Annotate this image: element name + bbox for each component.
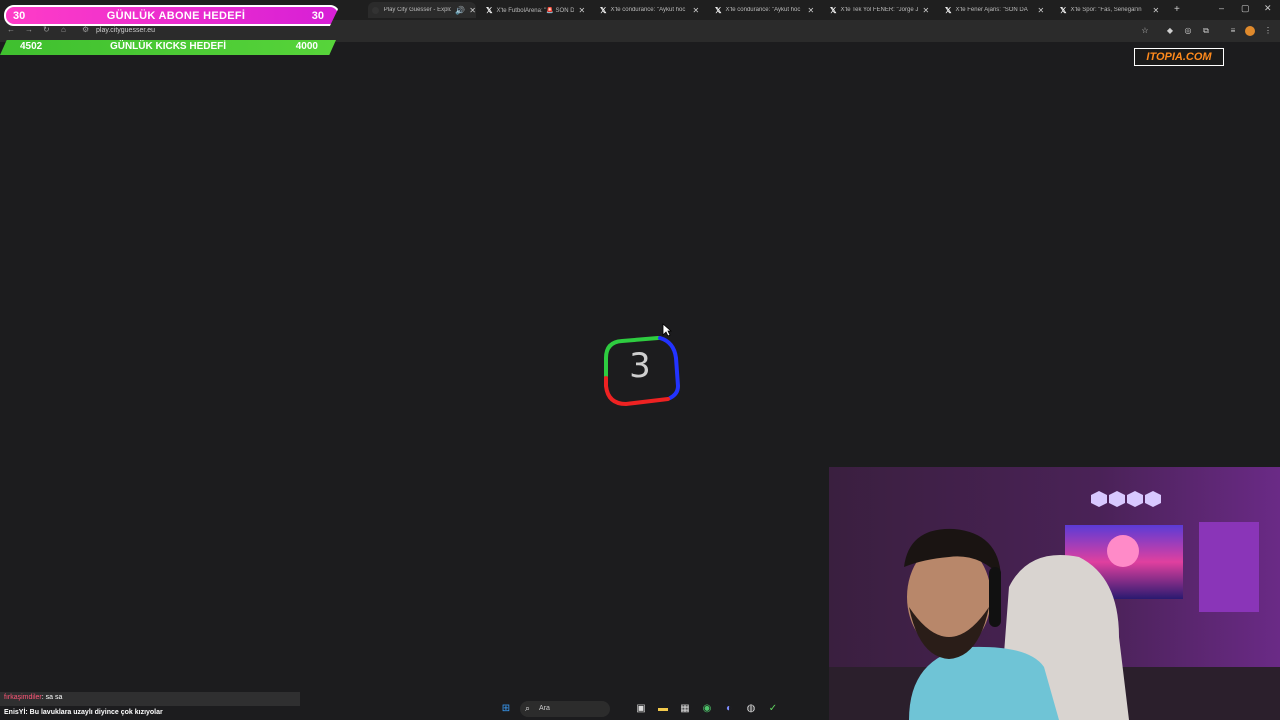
profile-avatar-icon[interactable] — [1245, 26, 1255, 36]
back-icon[interactable]: ← — [7, 25, 15, 34]
tab-title: X'te Tek Yol FENER: "Jorge Je — [840, 7, 919, 13]
close-icon[interactable]: ✕ — [922, 6, 929, 15]
tab-x-2[interactable]: 𝕏 X'te condurance: "Aykut hoc ✕ — [596, 2, 699, 18]
close-icon[interactable]: ✕ — [578, 6, 585, 15]
x-logo-icon: 𝕏 — [830, 5, 837, 15]
webcam-feed — [829, 467, 1280, 720]
site-info-icon[interactable]: ⚙ — [82, 25, 89, 34]
tab-title: X'te condurance: "Aykut hoc — [725, 7, 801, 13]
app-icon[interactable]: ✓ — [766, 702, 780, 716]
x-logo-icon: 𝕏 — [945, 5, 952, 15]
close-icon[interactable]: ✕ — [1152, 6, 1159, 15]
webcam-scene-image — [829, 467, 1280, 720]
sponsor-logo-text: ITOPIA.COM — [1146, 51, 1212, 63]
kicks-goal-target: 4000 — [295, 41, 318, 52]
reload-icon[interactable]: ↻ — [43, 25, 50, 34]
task-view-icon[interactable]: ▣ — [634, 702, 648, 716]
file-explorer-icon[interactable]: ▬ — [656, 702, 670, 716]
menu-kebab-icon[interactable]: ⋮ — [1263, 26, 1273, 36]
close-icon[interactable]: ✕ — [807, 6, 814, 15]
tab-title: X'te Spor: "Fas, Senegal'in — [1070, 7, 1142, 13]
x-logo-icon: 𝕏 — [715, 5, 722, 15]
tab-title: X'te Fener Ajans: "SON DA — [955, 7, 1028, 13]
countdown-digit: 3 — [629, 346, 651, 386]
maximize-icon[interactable]: ▢ — [1241, 3, 1250, 14]
subscriber-goal-target: 30 — [311, 10, 324, 22]
close-icon[interactable]: ✕ — [469, 6, 476, 15]
discord-icon[interactable]: ◐ — [722, 702, 736, 716]
x-logo-icon: 𝕏 — [486, 5, 493, 15]
url-field[interactable]: play.cityguesser.eu — [96, 27, 155, 34]
tab-x-5[interactable]: 𝕏 X'te Fener Ajans: "SON DA ✕ — [941, 2, 1044, 18]
windows-start-icon[interactable]: ⊞ — [499, 702, 513, 716]
subscriber-goal-title: GÜNLÜK ABONE HEDEFİ — [106, 10, 246, 22]
obs-icon[interactable]: ◍ — [744, 702, 758, 716]
tab-x-1[interactable]: 𝕏 X'te FutbolArena: "🚨 SON D ✕ — [482, 2, 585, 18]
tab-x-6[interactable]: 𝕏 X'te Spor: "Fas, Senegal'in ✕ — [1056, 2, 1159, 18]
speaker-icon[interactable]: 🔊 — [455, 6, 465, 15]
extension-icon[interactable]: ◆ — [1165, 26, 1175, 36]
close-icon[interactable]: ✕ — [692, 6, 699, 15]
search-icon: ⌕ — [525, 703, 531, 713]
new-tab-icon[interactable]: + — [1174, 4, 1180, 15]
extension-icon[interactable]: ◎ — [1183, 26, 1193, 36]
tab-x-3[interactable]: 𝕏 X'te condurance: "Aykut hoc ✕ — [711, 2, 814, 18]
forward-icon[interactable]: → — [25, 25, 33, 34]
tab-title: X'te FutbolArena: "🚨 SON D — [496, 7, 575, 14]
countdown-badge: 3 — [600, 336, 681, 407]
globe-icon — [372, 6, 379, 14]
subscriber-goal-overlay: 30 GÜNLÜK ABONE HEDEFİ 30 — [4, 5, 340, 26]
windows-taskbar: ⊞ ⌕ Ara ▣ ▬ ▦ ◉ ◐ ◍ ✓ — [0, 698, 829, 720]
kicks-goal-title: GÜNLÜK KICKS HEDEFİ — [109, 41, 227, 52]
x-logo-icon: 𝕏 — [1060, 5, 1067, 15]
tab-title: Play City Guesser - Explo — [383, 7, 452, 13]
home-icon[interactable]: ⌂ — [61, 25, 66, 34]
reading-list-icon[interactable]: ≡ — [1228, 26, 1238, 36]
mouse-cursor-icon — [662, 323, 672, 337]
tab-x-4[interactable]: 𝕏 X'te Tek Yol FENER: "Jorge Je ✕ — [826, 2, 929, 18]
close-icon[interactable]: ✕ — [1037, 6, 1044, 15]
store-icon[interactable]: ▦ — [678, 702, 692, 716]
window-close-icon[interactable]: ✕ — [1264, 3, 1272, 14]
sponsor-logo: ITOPIA.COM — [1134, 48, 1224, 66]
taskbar-search[interactable]: ⌕ Ara — [520, 701, 610, 717]
chrome-icon[interactable]: ◉ — [700, 702, 714, 716]
tab-title: X'te condurance: "Aykut hoc — [610, 7, 686, 13]
tab-play-city-guesser[interactable]: Play City Guesser - Explo 🔊 ✕ — [368, 2, 476, 18]
bookmark-star-icon[interactable]: ☆ — [1140, 26, 1150, 36]
x-logo-icon: 𝕏 — [600, 5, 607, 15]
extensions-puzzle-icon[interactable]: ⧉ — [1201, 26, 1211, 36]
kicks-goal-bar: 4502 GÜNLÜK KICKS HEDEFİ 4000 — [0, 40, 336, 55]
search-placeholder: Ara — [539, 705, 550, 712]
minimize-icon[interactable]: – — [1219, 3, 1224, 13]
